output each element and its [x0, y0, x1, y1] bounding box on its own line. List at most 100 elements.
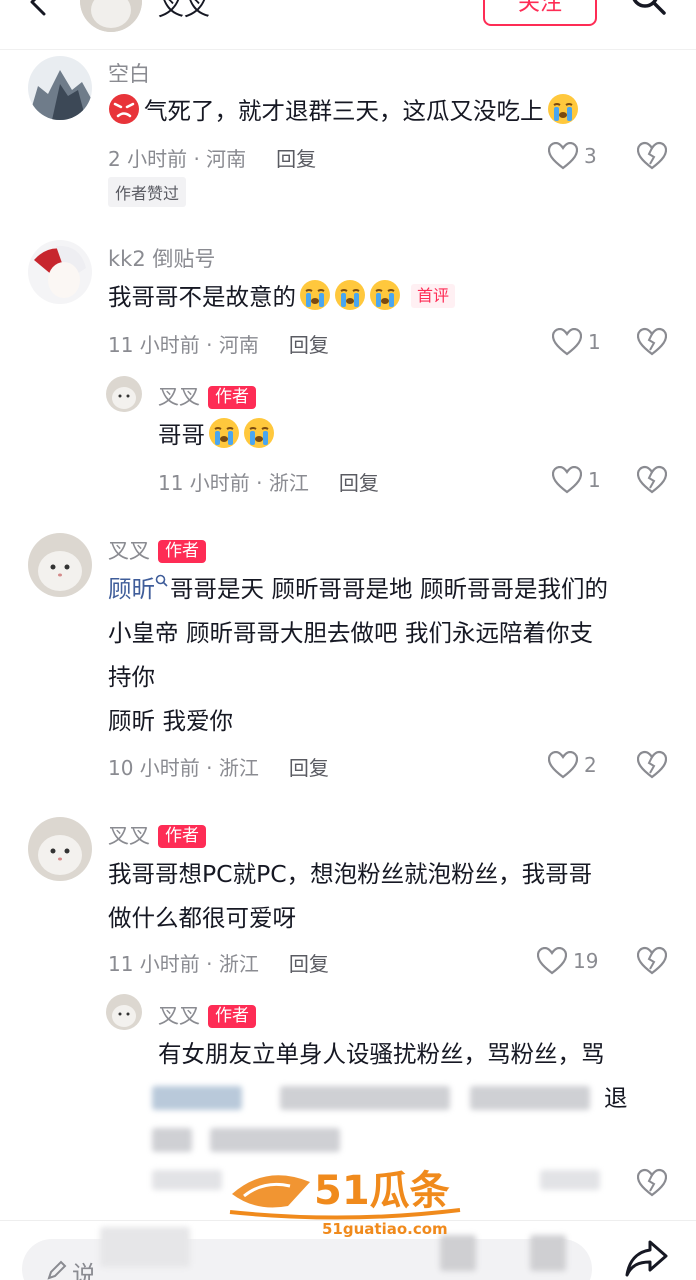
comment-time: 11 小时前 · 河南: [108, 333, 259, 357]
reply-button[interactable]: 回复: [289, 333, 329, 357]
reply-user-name[interactable]: 叉叉: [158, 385, 200, 409]
crying-emoji-icon: [300, 280, 330, 310]
reply-text-tail: 退: [604, 1084, 628, 1112]
comment-time: 11 小时前 · 浙江: [108, 952, 259, 976]
reply-user-name[interactable]: 叉叉: [158, 1004, 200, 1028]
blurred-content: [152, 1170, 222, 1190]
comment-meta: 10 小时前 · 浙江 回复: [108, 752, 329, 781]
heart-icon: [548, 142, 578, 170]
comment-meta: 11 小时前 · 河南 回复: [108, 329, 329, 358]
author-tag: 作者: [208, 1005, 256, 1028]
blurred-content: [470, 1086, 590, 1110]
crying-emoji-icon: [370, 280, 400, 310]
blurred-content: [530, 1235, 566, 1271]
like-button[interactable]: 1: [552, 465, 601, 495]
avatar[interactable]: [106, 376, 142, 412]
reply-username: 叉叉 作者: [158, 381, 256, 411]
heart-icon: [552, 328, 582, 356]
reply-time: 11 小时前 · 浙江: [158, 471, 309, 495]
avatar[interactable]: [28, 240, 92, 304]
blurred-content: [100, 1227, 190, 1267]
reply-text: 哥哥: [158, 414, 275, 456]
like-count: 2: [584, 753, 597, 777]
broken-heart-icon[interactable]: [637, 946, 667, 976]
comment-text-line: 小皇帝 顾昕哥哥大胆去做吧 我们永远陪着你支: [108, 619, 593, 647]
first-comment-tag: 首评: [411, 284, 456, 308]
comment-time: 2 小时前 · 河南: [108, 147, 247, 171]
header-avatar[interactable]: [80, 0, 142, 32]
heart-icon: [548, 751, 578, 779]
like-count: 3: [584, 144, 597, 168]
search-mini-icon: [155, 574, 168, 587]
reply-meta: 11 小时前 · 浙江 回复: [158, 467, 379, 496]
like-count: 19: [573, 949, 599, 973]
broken-heart-icon[interactable]: [637, 141, 667, 171]
reply-button[interactable]: 回复: [289, 756, 329, 780]
crying-emoji-icon: [209, 418, 239, 448]
comment-username[interactable]: 空白: [108, 58, 150, 88]
mention-link[interactable]: 顾昕: [108, 575, 155, 603]
broken-heart-icon[interactable]: [637, 327, 667, 357]
avatar[interactable]: [106, 994, 142, 1030]
broken-heart-icon[interactable]: [637, 465, 667, 495]
comment-text-line: 做什么都很可爱呀: [108, 904, 296, 932]
avatar[interactable]: [28, 817, 92, 881]
search-icon[interactable]: [628, 0, 668, 20]
like-count: 1: [588, 330, 601, 354]
comment-user-name[interactable]: 叉叉: [108, 824, 150, 848]
pen-icon: [47, 1260, 67, 1280]
angry-emoji-icon: [109, 94, 139, 124]
reply-button[interactable]: 回复: [339, 471, 379, 495]
blurred-content: [280, 1086, 450, 1110]
blurred-content: [152, 1128, 192, 1152]
comment-time: 10 小时前 · 浙江: [108, 756, 259, 780]
comment-text-line: 顾昕 我爱你: [108, 707, 233, 735]
watermark-url: 51guatiao.com: [322, 1220, 448, 1238]
blurred-content: [540, 1170, 600, 1190]
blurred-content: [152, 1086, 242, 1110]
avatar[interactable]: [28, 56, 92, 120]
crying-emoji-icon: [244, 418, 274, 448]
comment-text-line: 持你: [108, 663, 155, 691]
avatar[interactable]: [28, 533, 92, 597]
crying-emoji-icon: [547, 94, 578, 124]
comment-text-line: 我哥哥想PC就PC，想泡粉丝就泡粉丝，我哥哥: [108, 860, 593, 888]
comment-meta: 11 小时前 · 浙江 回复: [108, 948, 329, 977]
share-icon[interactable]: [624, 1238, 670, 1278]
header-username: 叉叉: [158, 0, 211, 22]
comment-username: 叉叉 作者: [108, 820, 206, 850]
crying-emoji-icon: [335, 280, 365, 310]
comment-input-placeholder: 说: [72, 1261, 96, 1280]
back-arrow-icon[interactable]: [24, 0, 52, 16]
broken-heart-icon[interactable]: [637, 1168, 667, 1198]
reply-button[interactable]: 回复: [289, 952, 329, 976]
like-button[interactable]: 2: [548, 750, 597, 780]
heart-icon: [552, 466, 582, 494]
comment-text: 我哥哥不是故意的 首评: [108, 276, 456, 318]
watermark-brand: 51瓜条: [314, 1168, 450, 1214]
top-bar: 叉叉 关注: [0, 0, 696, 50]
comment-user-name[interactable]: 叉叉: [108, 539, 150, 563]
blurred-content: [210, 1128, 340, 1152]
follow-button[interactable]: 关注: [483, 0, 597, 26]
like-button[interactable]: 3: [548, 141, 597, 171]
blurred-content: [440, 1235, 476, 1271]
reply-text-line: 有女朋友立单身人设骚扰粉丝，骂粉丝，骂: [158, 1040, 605, 1068]
like-button[interactable]: 19: [537, 946, 598, 976]
like-button[interactable]: 1: [552, 327, 601, 357]
comment-username[interactable]: kk2 倒贴号: [108, 243, 215, 273]
comment-username: 叉叉 作者: [108, 535, 206, 565]
heart-icon: [537, 947, 567, 975]
author-liked-badge: 作者赞过: [108, 177, 187, 207]
comment-text-line: 顾昕 哥哥是天 顾昕哥哥是地 顾昕哥哥是我们的: [108, 574, 608, 603]
like-count: 1: [588, 468, 601, 492]
reply-username: 叉叉 作者: [158, 1000, 256, 1030]
reply-button[interactable]: 回复: [276, 147, 316, 171]
comment-meta: 2 小时前 · 河南 回复: [108, 143, 316, 172]
author-tag: 作者: [208, 386, 256, 409]
author-tag: 作者: [158, 825, 206, 848]
comment-text: 气死了，就才退群三天，这瓜又没吃上: [108, 90, 579, 132]
broken-heart-icon[interactable]: [637, 750, 667, 780]
author-tag: 作者: [158, 540, 206, 563]
watermark-logo: 51瓜条 51guatiao.com: [226, 1160, 476, 1240]
